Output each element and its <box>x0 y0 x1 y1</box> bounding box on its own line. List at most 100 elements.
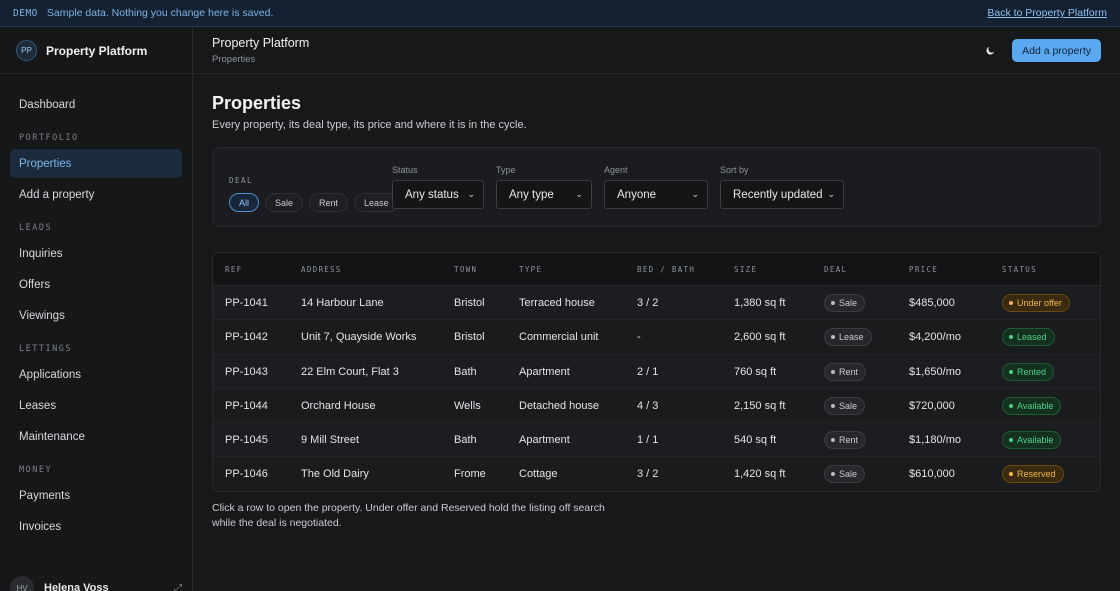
status-badge: Available <box>1002 396 1062 415</box>
sidebar-item-payments[interactable]: Payments <box>10 481 182 510</box>
status-badge-label: Leased <box>1017 332 1047 343</box>
deal-badge: Rent <box>824 431 867 450</box>
table-row[interactable]: PP-1046 The Old Dairy Frome Cottage 3 / 2 1,4… <box>213 457 1100 491</box>
cell-town: Wells <box>454 399 481 412</box>
dot-icon <box>831 472 835 477</box>
status-select[interactable]: Any status ⌄ <box>392 180 484 209</box>
cell-address: 9 Mill Street <box>301 434 360 447</box>
cell-size: 1,380 sq ft <box>734 297 786 309</box>
dot-icon <box>831 301 835 305</box>
cell-price: $610,000 <box>909 468 955 481</box>
sidebar-item-maintenance[interactable]: Maintenance <box>10 422 182 451</box>
column-header-size[interactable]: SIZE <box>734 265 757 274</box>
sidebar-item-dashboard[interactable]: Dashboard <box>10 90 182 119</box>
deal-chip-sale[interactable]: Sale <box>265 193 304 212</box>
agent-filter-label: Agent <box>604 165 628 175</box>
deal-badge-label: Rent <box>839 435 859 446</box>
dot-icon <box>831 335 835 340</box>
deal-badge-label: Lease <box>839 332 864 343</box>
add-property-button[interactable]: Add a property <box>1012 39 1101 62</box>
cell-type: Commercial unit <box>519 331 599 344</box>
cell-type: Cottage <box>519 468 558 481</box>
type-select[interactable]: Any type ⌄ <box>496 180 592 209</box>
back-to-platform-link[interactable]: Back to Property Platform <box>987 7 1107 19</box>
expand-icon[interactable]: ⤢ <box>174 583 182 591</box>
brand-name: Property Platform <box>46 43 148 58</box>
column-header-type[interactable]: TYPE <box>519 265 542 274</box>
cell-ref: PP-1044 <box>225 399 268 412</box>
column-header-address[interactable]: ADDRESS <box>301 265 342 274</box>
brand[interactable]: PP Property Platform <box>0 28 192 74</box>
cell-town: Bristol <box>454 297 485 309</box>
status-badge: Under offer <box>1002 294 1070 312</box>
properties-table: REF ADDRESS TOWN TYPE BED / BATH SIZE DEAL PRIC… <box>212 252 1101 492</box>
chevron-down-icon: ⌄ <box>467 189 475 199</box>
cell-type: Apartment <box>519 365 570 378</box>
agent-select[interactable]: Anyone ⌄ <box>604 180 708 209</box>
table-row[interactable]: PP-1042 Unit 7, Quayside Works Bristol Comm… <box>213 320 1100 355</box>
column-header-price[interactable]: PRICE <box>909 265 938 274</box>
sidebar-item-invoices[interactable]: Invoices <box>10 512 182 541</box>
cell-bedbath: - <box>637 331 641 344</box>
cell-ref: PP-1046 <box>225 468 268 481</box>
demo-banner: DEMO Sample data. Nothing you change her… <box>0 0 1120 27</box>
cell-size: 2,600 sq ft <box>734 331 786 344</box>
user-avatar: HV <box>10 576 34 591</box>
table-row[interactable]: PP-1045 9 Mill Street Bath Apartment 1 / 1 54… <box>213 423 1100 458</box>
dot-icon <box>1009 472 1013 477</box>
column-header-status[interactable]: STATUS <box>1002 265 1037 274</box>
status-badge-label: Reserved <box>1017 469 1056 480</box>
sidebar-item-properties[interactable]: Properties <box>10 149 182 178</box>
deal-badge-label: Sale <box>839 400 858 411</box>
cell-address: 22 Elm Court, Flat 3 <box>301 365 399 378</box>
deal-chip-all[interactable]: All <box>229 193 260 212</box>
deal-badge-label: Sale <box>839 298 858 308</box>
section-lettings: LETTINGS <box>19 344 72 354</box>
page-title: Properties <box>212 93 302 113</box>
column-header-ref[interactable]: REF <box>225 265 242 274</box>
status-badge: Rented <box>1002 362 1055 381</box>
sidebar-item-viewings[interactable]: Viewings <box>10 301 182 330</box>
column-header-deal[interactable]: DEAL <box>824 265 847 274</box>
sort-select[interactable]: Recently updated ⌄ <box>720 180 844 209</box>
dot-icon <box>831 369 835 374</box>
cell-town: Bath <box>454 434 477 447</box>
section-leads: LEADS <box>19 223 53 233</box>
status-badge-label: Available <box>1017 435 1054 446</box>
filter-panel: DEAL All Sale Rent Lease Status Any status … <box>212 147 1101 227</box>
sort-filter: Sort by Recently updated ⌄ <box>720 165 844 209</box>
cell-town: Bath <box>454 365 477 378</box>
chevron-down-icon: ⌄ <box>575 189 583 199</box>
sidebar-item-applications[interactable]: Applications <box>10 360 182 389</box>
sidebar-item-offers[interactable]: Offers <box>10 270 182 299</box>
table-row[interactable]: PP-1044 Orchard House Wells Detached house 4… <box>213 388 1100 424</box>
cell-price: $1,650/mo <box>909 365 961 378</box>
moon-icon[interactable] <box>980 41 1000 61</box>
cell-ref: PP-1045 <box>225 434 268 447</box>
status-filter-label: Status <box>392 165 418 175</box>
dot-icon <box>1009 403 1013 408</box>
cell-ref: PP-1041 <box>225 297 268 309</box>
user-menu[interactable]: HV Helena Voss ⤢ <box>0 573 192 591</box>
type-select-value: Any type <box>509 188 554 201</box>
column-header-bedbath[interactable]: BED / BATH <box>637 265 695 274</box>
sidebar-item-add-property[interactable]: Add a property <box>10 180 182 209</box>
deal-badge: Sale <box>824 294 866 312</box>
cell-bedbath: 3 / 2 <box>637 468 659 481</box>
column-header-town[interactable]: TOWN <box>454 265 477 274</box>
dot-icon <box>1009 335 1013 340</box>
type-filter: Type Any type ⌄ <box>496 165 592 209</box>
demo-tag: DEMO <box>13 7 38 19</box>
user-name: Helena Voss <box>44 582 109 591</box>
cell-type: Detached house <box>519 399 600 412</box>
cell-ref: PP-1043 <box>225 365 268 378</box>
sidebar-nav: Dashboard PORTFOLIO Properties Add a pro… <box>0 74 192 541</box>
table-row[interactable]: PP-1041 14 Harbour Lane Bristol Terraced ho… <box>213 286 1100 321</box>
table-row[interactable]: PP-1043 22 Elm Court, Flat 3 Bath Apartment… <box>213 354 1100 389</box>
sidebar-item-inquiries[interactable]: Inquiries <box>10 239 182 268</box>
breadcrumb: Properties <box>212 54 256 65</box>
sort-filter-label: Sort by <box>720 165 749 175</box>
deal-chip-rent[interactable]: Rent <box>309 193 349 212</box>
sidebar-item-leases[interactable]: Leases <box>10 391 182 420</box>
deal-badge-label: Sale <box>839 469 858 480</box>
